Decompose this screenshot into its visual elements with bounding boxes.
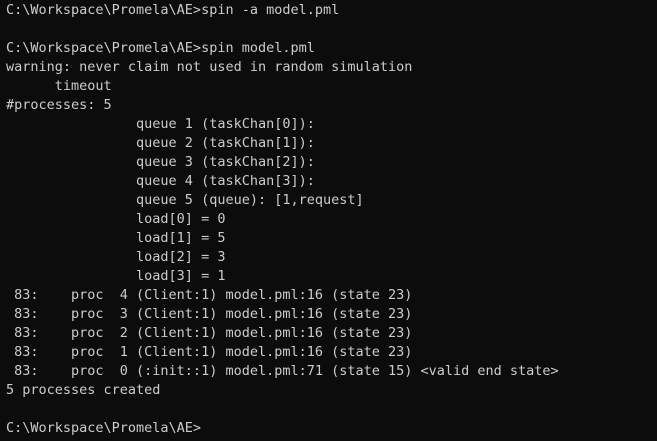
output-line: load[3] = 1 xyxy=(6,268,226,284)
output-line: timeout xyxy=(6,78,112,94)
output-line: load[1] = 5 xyxy=(6,230,226,246)
terminal-window[interactable]: C:\Workspace\Promela\AE>spin -a model.pm… xyxy=(0,0,657,441)
output-line: queue 2 (taskChan[1]): xyxy=(6,135,315,151)
output-line: queue 1 (taskChan[0]): xyxy=(6,116,315,132)
output-line: C:\Workspace\Promela\AE>spin -a model.pm… xyxy=(6,2,340,18)
output-line: 83: proc 3 (Client:1) model.pml:16 (stat… xyxy=(6,306,413,322)
command-prompt[interactable]: C:\Workspace\Promela\AE> xyxy=(6,419,201,438)
output-line: #processes: 5 xyxy=(6,97,112,113)
output-line: warning: never claim not used in random … xyxy=(6,59,413,75)
output-line: queue 5 (queue): [1,request] xyxy=(6,192,364,208)
output-line: 83: proc 2 (Client:1) model.pml:16 (stat… xyxy=(6,325,413,341)
output-line: queue 3 (taskChan[2]): xyxy=(6,154,315,170)
output-line: 83: proc 4 (Client:1) model.pml:16 (stat… xyxy=(6,287,413,303)
output-line: 83: proc 0 (:init::1) model.pml:71 (stat… xyxy=(6,363,559,379)
output-line: load[0] = 0 xyxy=(6,211,226,227)
output-line: queue 4 (taskChan[3]): xyxy=(6,173,315,189)
output-line: C:\Workspace\Promela\AE>spin model.pml xyxy=(6,40,315,56)
prompt-text: C:\Workspace\Promela\AE> xyxy=(6,420,202,436)
output-line: 83: proc 1 (Client:1) model.pml:16 (stat… xyxy=(6,344,413,360)
output-line: load[2] = 3 xyxy=(6,249,226,265)
output-line: 5 processes created xyxy=(6,382,161,398)
